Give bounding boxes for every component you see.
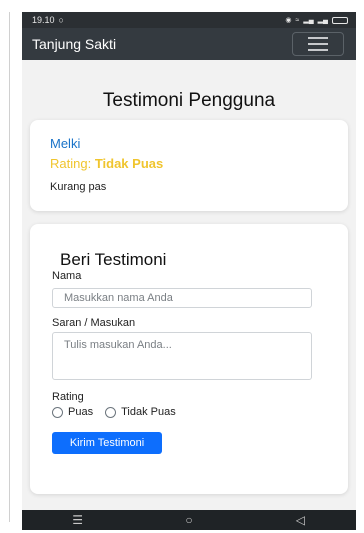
screen-edge [9,12,10,522]
radio-circle-icon[interactable] [105,406,117,418]
alarm-icon: ◉ [285,17,292,24]
status-left: 19.10 ○ [32,15,64,25]
home-icon[interactable]: ○ [169,513,209,527]
radio-puas[interactable]: Puas [52,406,93,418]
rating-prefix: Rating: [50,156,95,171]
testimonial-comment: Kurang pas [50,181,107,193]
radio-puas-label: Puas [68,406,94,418]
system-nav-bar: ☰ ○ ◁ [22,510,356,530]
signal-icon: ▂▄ [303,17,314,24]
radio-circle-icon[interactable] [52,406,63,418]
status-right: ◉ ≈ ▂▄ ▂▄ [285,16,348,24]
testimonial-card: Melki Rating: Tidak Puas Kurang pas [30,120,348,211]
whatsapp-icon: ○ [58,15,64,25]
signal-icon: ▂▄ [317,17,328,24]
battery-icon [332,16,348,24]
rating-label: Rating [52,391,84,403]
name-label: Nama [52,270,82,282]
rating-radio-group: Puas Tidak Puas [52,406,188,418]
top-navbar: Tanjung Sakti [22,28,356,60]
rating-line: Rating: Tidak Puas [50,156,163,171]
phone-screen: 19.10 ○ ◉ ≈ ▂▄ ▂▄ Tanjung Sakti Testimon… [22,12,356,530]
back-icon[interactable]: ◁ [280,513,320,527]
radio-tidak-puas[interactable]: Tidak Puas [105,406,176,418]
reviewer-name: Melki [50,136,81,151]
brand-title[interactable]: Tanjung Sakti [32,36,116,52]
wifi-icon: ≈ [295,16,300,24]
submit-button[interactable]: Kirim Testimoni [52,432,162,454]
page-title: Testimoni Pengguna [102,90,276,111]
hamburger-icon[interactable] [292,32,344,56]
form-title: Beri Testimoni [60,250,167,269]
feedback-textarea[interactable] [52,332,312,380]
rating-value: Tidak Puas [94,156,164,171]
name-input[interactable] [52,288,312,308]
status-time: 19.10 [32,15,55,25]
radio-tidak-puas-label: Tidak Puas [121,406,176,418]
feedback-label: Saran / Masukan [52,317,136,329]
recent-apps-icon[interactable]: ☰ [58,513,98,527]
status-bar: 19.10 ○ ◉ ≈ ▂▄ ▂▄ [22,12,356,28]
